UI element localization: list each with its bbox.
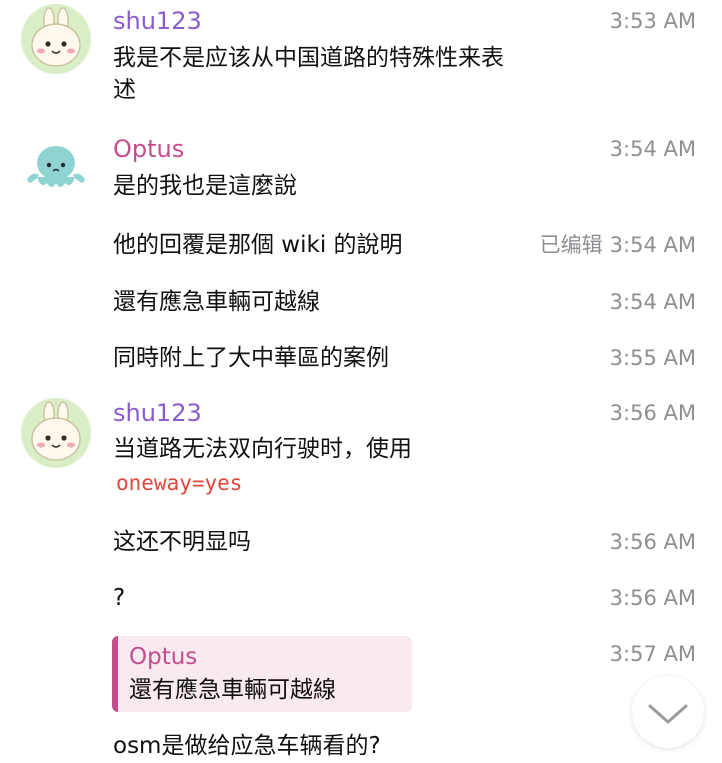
message-time: 3:56 AM — [609, 586, 696, 610]
avatar-shu123[interactable] — [21, 4, 91, 74]
message-text-line: 述 — [113, 77, 136, 103]
message-text: 当道路无法双向行驶时，使用 — [113, 436, 412, 462]
avatar-shu123[interactable] — [21, 398, 91, 468]
octopus-avatar-icon — [21, 133, 91, 203]
message-text: 这还不明显吗 — [113, 529, 251, 555]
message-text-line: 我是不是应该从中国道路的特殊性来表 — [113, 45, 504, 71]
reply-quote[interactable]: Optus 還有應急車輛可越線 — [112, 636, 412, 712]
message-time: 3:54 AM — [609, 137, 696, 161]
inline-code: oneway=yes — [116, 471, 243, 495]
message-text: 同時附上了大中華區的案例 — [113, 345, 389, 371]
message-text: 還有應急車輛可越線 — [113, 289, 320, 315]
message-time: 3:54 AM — [609, 290, 696, 314]
scroll-to-bottom-button[interactable] — [632, 676, 704, 748]
message-meta: 已编辑 3:54 AM — [540, 230, 696, 260]
message-time: 3:53 AM — [609, 9, 696, 33]
message-text: osm是做给应急车辆看的? — [113, 733, 381, 759]
edited-label: 已编辑 — [539, 233, 603, 257]
bunny-avatar-icon — [21, 4, 91, 74]
reply-text: 還有應急車輛可越線 — [129, 677, 336, 703]
message-time: 3:57 AM — [609, 642, 696, 666]
message-time: 3:55 AM — [609, 346, 696, 370]
message-time: 3:56 AM — [609, 530, 696, 554]
message-text: 他的回覆是那個 wiki 的說明 — [113, 232, 403, 258]
bunny-avatar-icon — [21, 398, 91, 468]
message-text: ? — [113, 585, 126, 611]
sender-name[interactable]: shu123 — [113, 6, 202, 36]
sender-name[interactable]: shu123 — [113, 398, 202, 428]
avatar-optus[interactable] — [21, 133, 91, 203]
message-time: 3:56 AM — [609, 401, 696, 425]
chevron-down-icon — [648, 704, 688, 724]
message-time: 3:54 AM — [609, 233, 696, 257]
sender-name[interactable]: Optus — [113, 134, 184, 164]
message-text: 是的我也是這麼說 — [113, 173, 297, 199]
reply-sender-name: Optus — [129, 644, 198, 670]
